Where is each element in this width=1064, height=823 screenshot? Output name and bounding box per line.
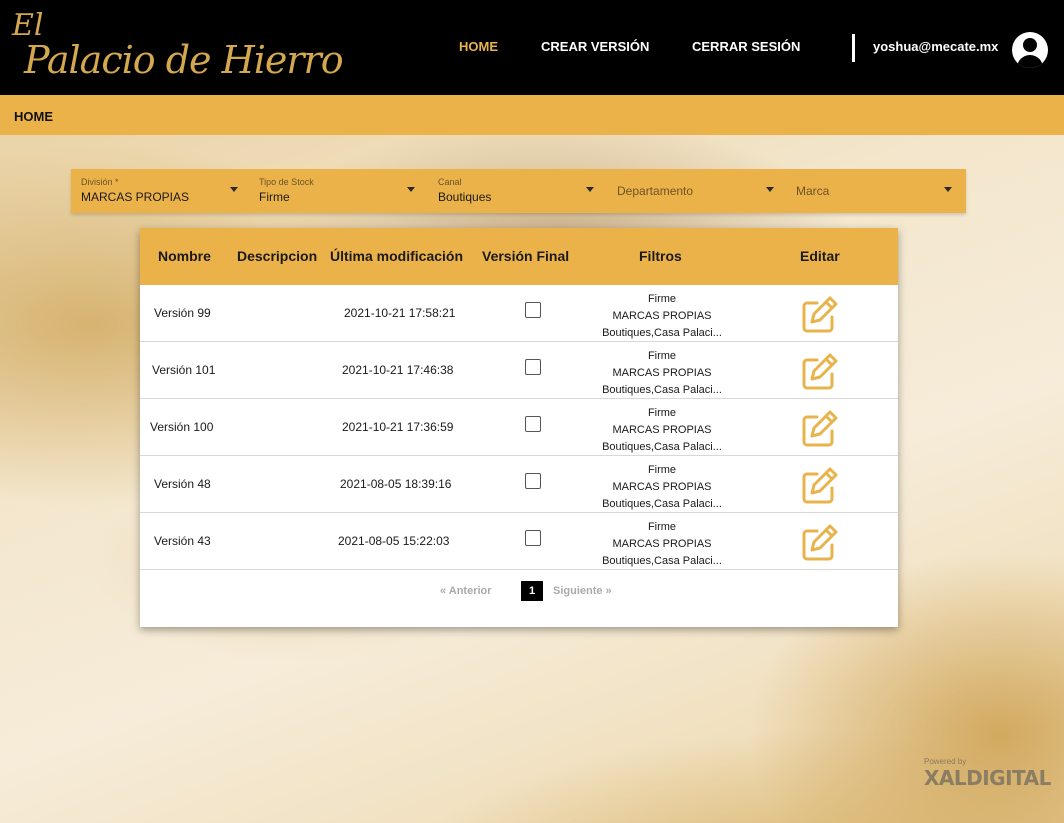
filtro-canal: Boutiques,Casa Palaci... <box>602 384 722 396</box>
version-final-checkbox[interactable] <box>525 530 541 546</box>
powered-by-logo: Powered by XALDIGITAL <box>924 757 1051 790</box>
nav-cerrar-sesion[interactable]: CERRAR SESIÓN <box>692 39 800 54</box>
edit-icon[interactable] <box>801 295 839 333</box>
chevron-down-icon <box>230 187 238 192</box>
row-filtros: Firme MARCAS PROPIAS Boutiques,Casa Pala… <box>570 519 754 570</box>
row-nombre: Versión 99 <box>154 306 211 320</box>
filter-division-value: MARCAS PROPIAS <box>81 190 190 204</box>
version-final-checkbox[interactable] <box>525 359 541 375</box>
filtro-division: MARCAS PROPIAS <box>612 538 712 550</box>
row-modificacion: 2021-08-05 15:22:03 <box>338 534 450 548</box>
account-circle-icon[interactable] <box>1012 32 1048 68</box>
filter-tipo-stock[interactable]: Tipo de Stock Firme <box>249 169 428 213</box>
avatar-body <box>1017 55 1043 68</box>
filtro-stock: Firme <box>647 464 677 476</box>
pagination: « Anterior 1 Siguiente » <box>140 581 898 601</box>
version-final-checkbox[interactable] <box>525 416 541 432</box>
chevron-down-icon <box>407 187 415 192</box>
filter-marca-placeholder: Marca <box>796 184 830 198</box>
versions-table: Nombre Descripcion Última modificación V… <box>140 228 898 627</box>
filter-canal-label: Canal <box>438 177 462 187</box>
row-filtros: Firme MARCAS PROPIAS Boutiques,Casa Pala… <box>570 348 754 399</box>
row-filtros: Firme MARCAS PROPIAS Boutiques,Casa Pala… <box>570 405 754 456</box>
table-row: Versión 43 2021-08-05 15:22:03 Firme MAR… <box>140 513 898 570</box>
filtro-division: MARCAS PROPIAS <box>612 310 712 322</box>
chevron-down-icon <box>586 187 594 192</box>
row-nombre: Versión 43 <box>154 534 211 548</box>
filtro-canal: Boutiques,Casa Palaci... <box>602 327 722 339</box>
edit-icon[interactable] <box>801 523 839 561</box>
edit-icon[interactable] <box>801 409 839 447</box>
row-filtros: Firme MARCAS PROPIAS Boutiques,Casa Pala… <box>570 291 754 342</box>
filtro-stock: Firme <box>647 350 677 362</box>
filter-tipo-stock-value: Firme <box>259 190 290 204</box>
xaldigital-brand: XALDIGITAL <box>924 766 1051 790</box>
nav-crear-version[interactable]: CREAR VERSIÓN <box>541 39 649 54</box>
edit-icon[interactable] <box>801 466 839 504</box>
filtro-stock: Firme <box>647 407 677 419</box>
nav-home[interactable]: HOME <box>459 39 498 54</box>
header-divider <box>852 34 855 62</box>
breadcrumb: HOME <box>14 109 53 124</box>
filtro-division: MARCAS PROPIAS <box>612 367 712 379</box>
header-descripcion: Descripcion <box>237 248 318 264</box>
row-modificacion: 2021-10-21 17:46:38 <box>342 363 454 377</box>
row-nombre: Versión 48 <box>154 477 211 491</box>
avatar-head <box>1023 38 1037 52</box>
pagination-next[interactable]: Siguiente » <box>553 585 612 597</box>
row-nombre: Versión 101 <box>152 363 216 377</box>
user-email[interactable]: yoshua@mecate.mx <box>873 39 998 54</box>
header-ultima-modificacion: Última modificación <box>330 248 464 264</box>
table-row: Versión 48 2021-08-05 18:39:16 Firme MAR… <box>140 456 898 513</box>
filter-departamento-placeholder: Departamento <box>617 184 694 198</box>
row-modificacion: 2021-10-21 17:36:59 <box>342 420 454 434</box>
filtro-canal: Boutiques,Casa Palaci... <box>602 441 722 453</box>
row-nombre: Versión 100 <box>150 420 214 434</box>
row-modificacion: 2021-10-21 17:58:21 <box>344 306 456 320</box>
pagination-prev[interactable]: « Anterior <box>440 585 492 597</box>
logo-text-main: Palacio de Hierro <box>24 38 344 82</box>
version-final-checkbox[interactable] <box>525 473 541 489</box>
row-filtros: Firme MARCAS PROPIAS Boutiques,Casa Pala… <box>570 462 754 513</box>
table-row: Versión 101 2021-10-21 17:46:38 Firme MA… <box>140 342 898 399</box>
palacio-de-hierro-logo[interactable]: El Palacio de Hierro <box>10 8 344 86</box>
header-filtros: Filtros <box>639 248 682 264</box>
filtro-canal: Boutiques,Casa Palaci... <box>602 555 722 567</box>
table-header: Nombre Descripcion Última modificación V… <box>140 228 898 285</box>
version-final-checkbox[interactable] <box>525 302 541 318</box>
breadcrumb-bar: HOME <box>0 95 1064 135</box>
table-row: Versión 100 2021-10-21 17:36:59 Firme MA… <box>140 399 898 456</box>
filtro-stock: Firme <box>647 521 677 533</box>
filter-division[interactable]: División * MARCAS PROPIAS <box>71 169 249 213</box>
filtro-division: MARCAS PROPIAS <box>612 424 712 436</box>
pagination-page-current[interactable]: 1 <box>521 581 543 601</box>
filter-canal-value: Boutiques <box>438 190 492 204</box>
chevron-down-icon <box>944 187 952 192</box>
edit-icon[interactable] <box>801 352 839 390</box>
filter-marca[interactable]: Marca <box>786 169 966 213</box>
filtro-stock: Firme <box>647 293 677 305</box>
header-editar: Editar <box>800 248 840 264</box>
filter-division-label: División * <box>81 177 119 187</box>
filter-departamento[interactable]: Departamento <box>607 169 786 213</box>
table-row: Versión 99 2021-10-21 17:58:21 Firme MAR… <box>140 285 898 342</box>
filtro-canal: Boutiques,Casa Palaci... <box>602 498 722 510</box>
filters-bar: División * MARCAS PROPIAS Tipo de Stock … <box>71 169 966 213</box>
filtro-division: MARCAS PROPIAS <box>612 481 712 493</box>
header-version-final: Versión Final <box>482 248 570 264</box>
filter-canal[interactable]: Canal Boutiques <box>428 169 607 213</box>
filter-tipo-stock-label: Tipo de Stock <box>259 177 314 187</box>
top-header: El Palacio de Hierro HOME CREAR VERSIÓN … <box>0 0 1064 95</box>
powered-by-label: Powered by <box>924 757 967 766</box>
row-modificacion: 2021-08-05 18:39:16 <box>340 477 452 491</box>
header-nombre: Nombre <box>158 248 211 264</box>
chevron-down-icon <box>766 187 774 192</box>
